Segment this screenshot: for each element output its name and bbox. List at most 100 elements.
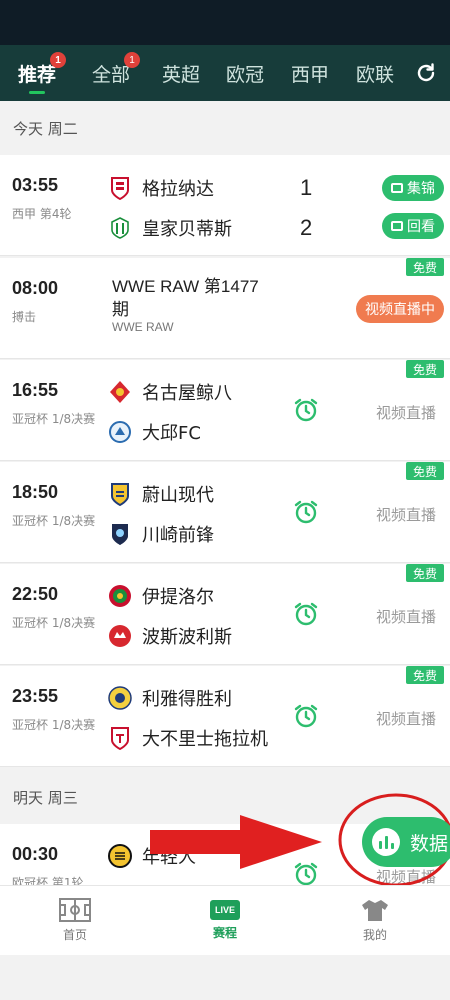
- team-name: 大不里士拖拉机: [142, 729, 268, 750]
- tab-label: 英超: [161, 63, 200, 86]
- tab-la-liga[interactable]: 西甲: [287, 45, 333, 101]
- team-logo-icon: [111, 217, 129, 239]
- live-icon: LIVE: [210, 900, 240, 920]
- alarm-clock-icon[interactable]: [292, 702, 320, 730]
- team-logo-icon: [111, 177, 129, 200]
- team-logo-icon: [109, 421, 131, 443]
- match-row[interactable]: 免费 23:55 亚冠杯 1/8决赛 利雅得胜利 大不里士拖拉机 视频直播: [0, 666, 450, 767]
- away-score: 2: [300, 215, 313, 240]
- team-logo-icon: [108, 844, 132, 868]
- replay-button[interactable]: 回看: [382, 213, 444, 239]
- free-tag: 免费: [406, 360, 444, 378]
- match-time: 22:50: [12, 584, 59, 604]
- match-row[interactable]: 03:55 西甲 第4轮 格拉纳达 皇家贝蒂斯 1 2 集锦 回看: [0, 155, 450, 256]
- highlights-button[interactable]: 集锦: [382, 175, 444, 201]
- match-time: 03:55: [12, 175, 59, 195]
- video-icon: [391, 183, 403, 193]
- tab-all[interactable]: 全部 1: [88, 45, 140, 101]
- match-row[interactable]: 免费 16:55 亚冠杯 1/8决赛 名古屋鲸八 大邱FC 视频直播: [0, 360, 450, 461]
- home-team: 蔚山现代: [108, 480, 214, 508]
- match-league: 亚冠杯 1/8决赛: [12, 616, 96, 630]
- data-button-label: 数据: [410, 832, 449, 855]
- tv-icon: [391, 221, 403, 231]
- away-team: 川崎前锋: [108, 520, 214, 548]
- live-streaming-button[interactable]: 视频直播中: [356, 295, 444, 323]
- team-name: 名古屋鲸八: [142, 383, 232, 404]
- match-league: 亚冠杯 1/8决赛: [12, 514, 96, 528]
- tab-premier-league[interactable]: 英超: [158, 45, 204, 101]
- free-tag: 免费: [406, 666, 444, 684]
- tab-label: 西甲: [290, 63, 329, 86]
- alarm-clock-icon[interactable]: [292, 498, 320, 526]
- free-tag: 免费: [406, 258, 444, 276]
- data-float-button[interactable]: 数据: [362, 817, 450, 867]
- event-subtitle: WWE RAW: [112, 320, 174, 334]
- tab-label: 欧冠: [225, 63, 264, 86]
- section-header-tomorrow: 明天 周三: [0, 770, 450, 824]
- alarm-clock-icon[interactable]: [292, 396, 320, 424]
- match-time: 23:55: [12, 686, 59, 706]
- free-tag: 免费: [406, 462, 444, 480]
- match-league: 亚冠杯 1/8决赛: [12, 412, 96, 426]
- match-time: 00:30: [12, 844, 59, 864]
- video-live-label[interactable]: 视频直播: [376, 708, 436, 729]
- match-time: 08:00: [12, 278, 59, 298]
- team-name: 川崎前锋: [142, 525, 214, 546]
- refresh-icon[interactable]: [414, 61, 438, 85]
- match-row[interactable]: 免费 18:50 亚冠杯 1/8决赛 蔚山现代 川崎前锋 视频直播: [0, 462, 450, 563]
- nav-home[interactable]: 首页: [0, 886, 150, 955]
- nav-profile[interactable]: 我的: [300, 886, 450, 955]
- free-tag: 免费: [406, 564, 444, 582]
- team-name: 年轻人: [142, 847, 196, 868]
- event-title: WWE RAW 第1477期: [112, 277, 259, 319]
- team-logo-icon: [111, 727, 129, 750]
- team-name: 伊提洛尔: [142, 587, 214, 608]
- video-live-label[interactable]: 视频直播: [376, 504, 436, 525]
- home-team: 利雅得胜利: [108, 684, 232, 712]
- jersey-icon: [362, 900, 388, 921]
- alarm-clock-icon[interactable]: [292, 860, 320, 888]
- tab-europa-league[interactable]: 欧联: [352, 45, 398, 101]
- highlights-label: 集锦: [407, 181, 435, 197]
- team-logo-icon: [108, 686, 132, 710]
- app-screen: 推荐 1 全部 1 英超 欧冠 西甲 欧联 今天 周二 03:55 西甲 第4轮: [0, 0, 450, 1000]
- bottom-navigation: 首页 LIVE 赛程 我的: [0, 885, 450, 955]
- team-name: 格拉纳达: [142, 179, 214, 200]
- video-live-label[interactable]: 视频直播: [376, 402, 436, 423]
- away-team: 皇家贝蒂斯: [108, 214, 232, 242]
- video-live-label[interactable]: 视频直播: [376, 606, 436, 627]
- home-team: 格拉纳达: [108, 174, 214, 202]
- match-time: 16:55: [12, 380, 59, 400]
- home-score: 1: [300, 175, 313, 200]
- active-tab-indicator: [29, 91, 45, 94]
- nav-home-label: 首页: [62, 928, 87, 942]
- top-tab-bar: 推荐 1 全部 1 英超 欧冠 西甲 欧联: [0, 45, 450, 101]
- nav-schedule-label: 赛程: [212, 926, 237, 940]
- team-logo-icon: [111, 483, 129, 506]
- nav-profile-label: 我的: [362, 928, 387, 942]
- match-league: 搏击: [12, 310, 37, 324]
- home-team: 伊提洛尔: [108, 582, 214, 610]
- tab-recommended[interactable]: 推荐 1: [14, 45, 66, 101]
- match-league: 亚冠杯 1/8决赛: [12, 718, 96, 732]
- team-name: 大邱FC: [142, 423, 201, 444]
- nav-schedule[interactable]: LIVE 赛程: [150, 886, 300, 955]
- tab-badge: 1: [124, 52, 140, 68]
- video-live-label[interactable]: 视频直播: [376, 866, 436, 887]
- football-field-icon: [59, 898, 91, 922]
- home-team: 年轻人: [108, 842, 196, 870]
- alarm-clock-icon[interactable]: [292, 600, 320, 628]
- team-logo-icon: [112, 524, 128, 545]
- match-row[interactable]: 免费 08:00 搏击 WWE RAW 第1477期 WWE RAW 视频直播中: [0, 258, 450, 359]
- match-time: 18:50: [12, 482, 59, 502]
- team-name: 皇家贝蒂斯: [142, 219, 232, 240]
- match-league: 西甲 第4轮: [12, 207, 72, 221]
- team-name: 波斯波利斯: [142, 627, 232, 648]
- team-logo-icon: [109, 625, 131, 647]
- tab-champions-league[interactable]: 欧冠: [222, 45, 268, 101]
- team-logo-icon: [109, 585, 131, 607]
- bar-chart-icon: [372, 828, 400, 856]
- home-team: 名古屋鲸八: [108, 378, 232, 406]
- tab-label: 欧联: [355, 63, 394, 86]
- match-row[interactable]: 免费 22:50 亚冠杯 1/8决赛 伊提洛尔 波斯波利斯 视频直播: [0, 564, 450, 665]
